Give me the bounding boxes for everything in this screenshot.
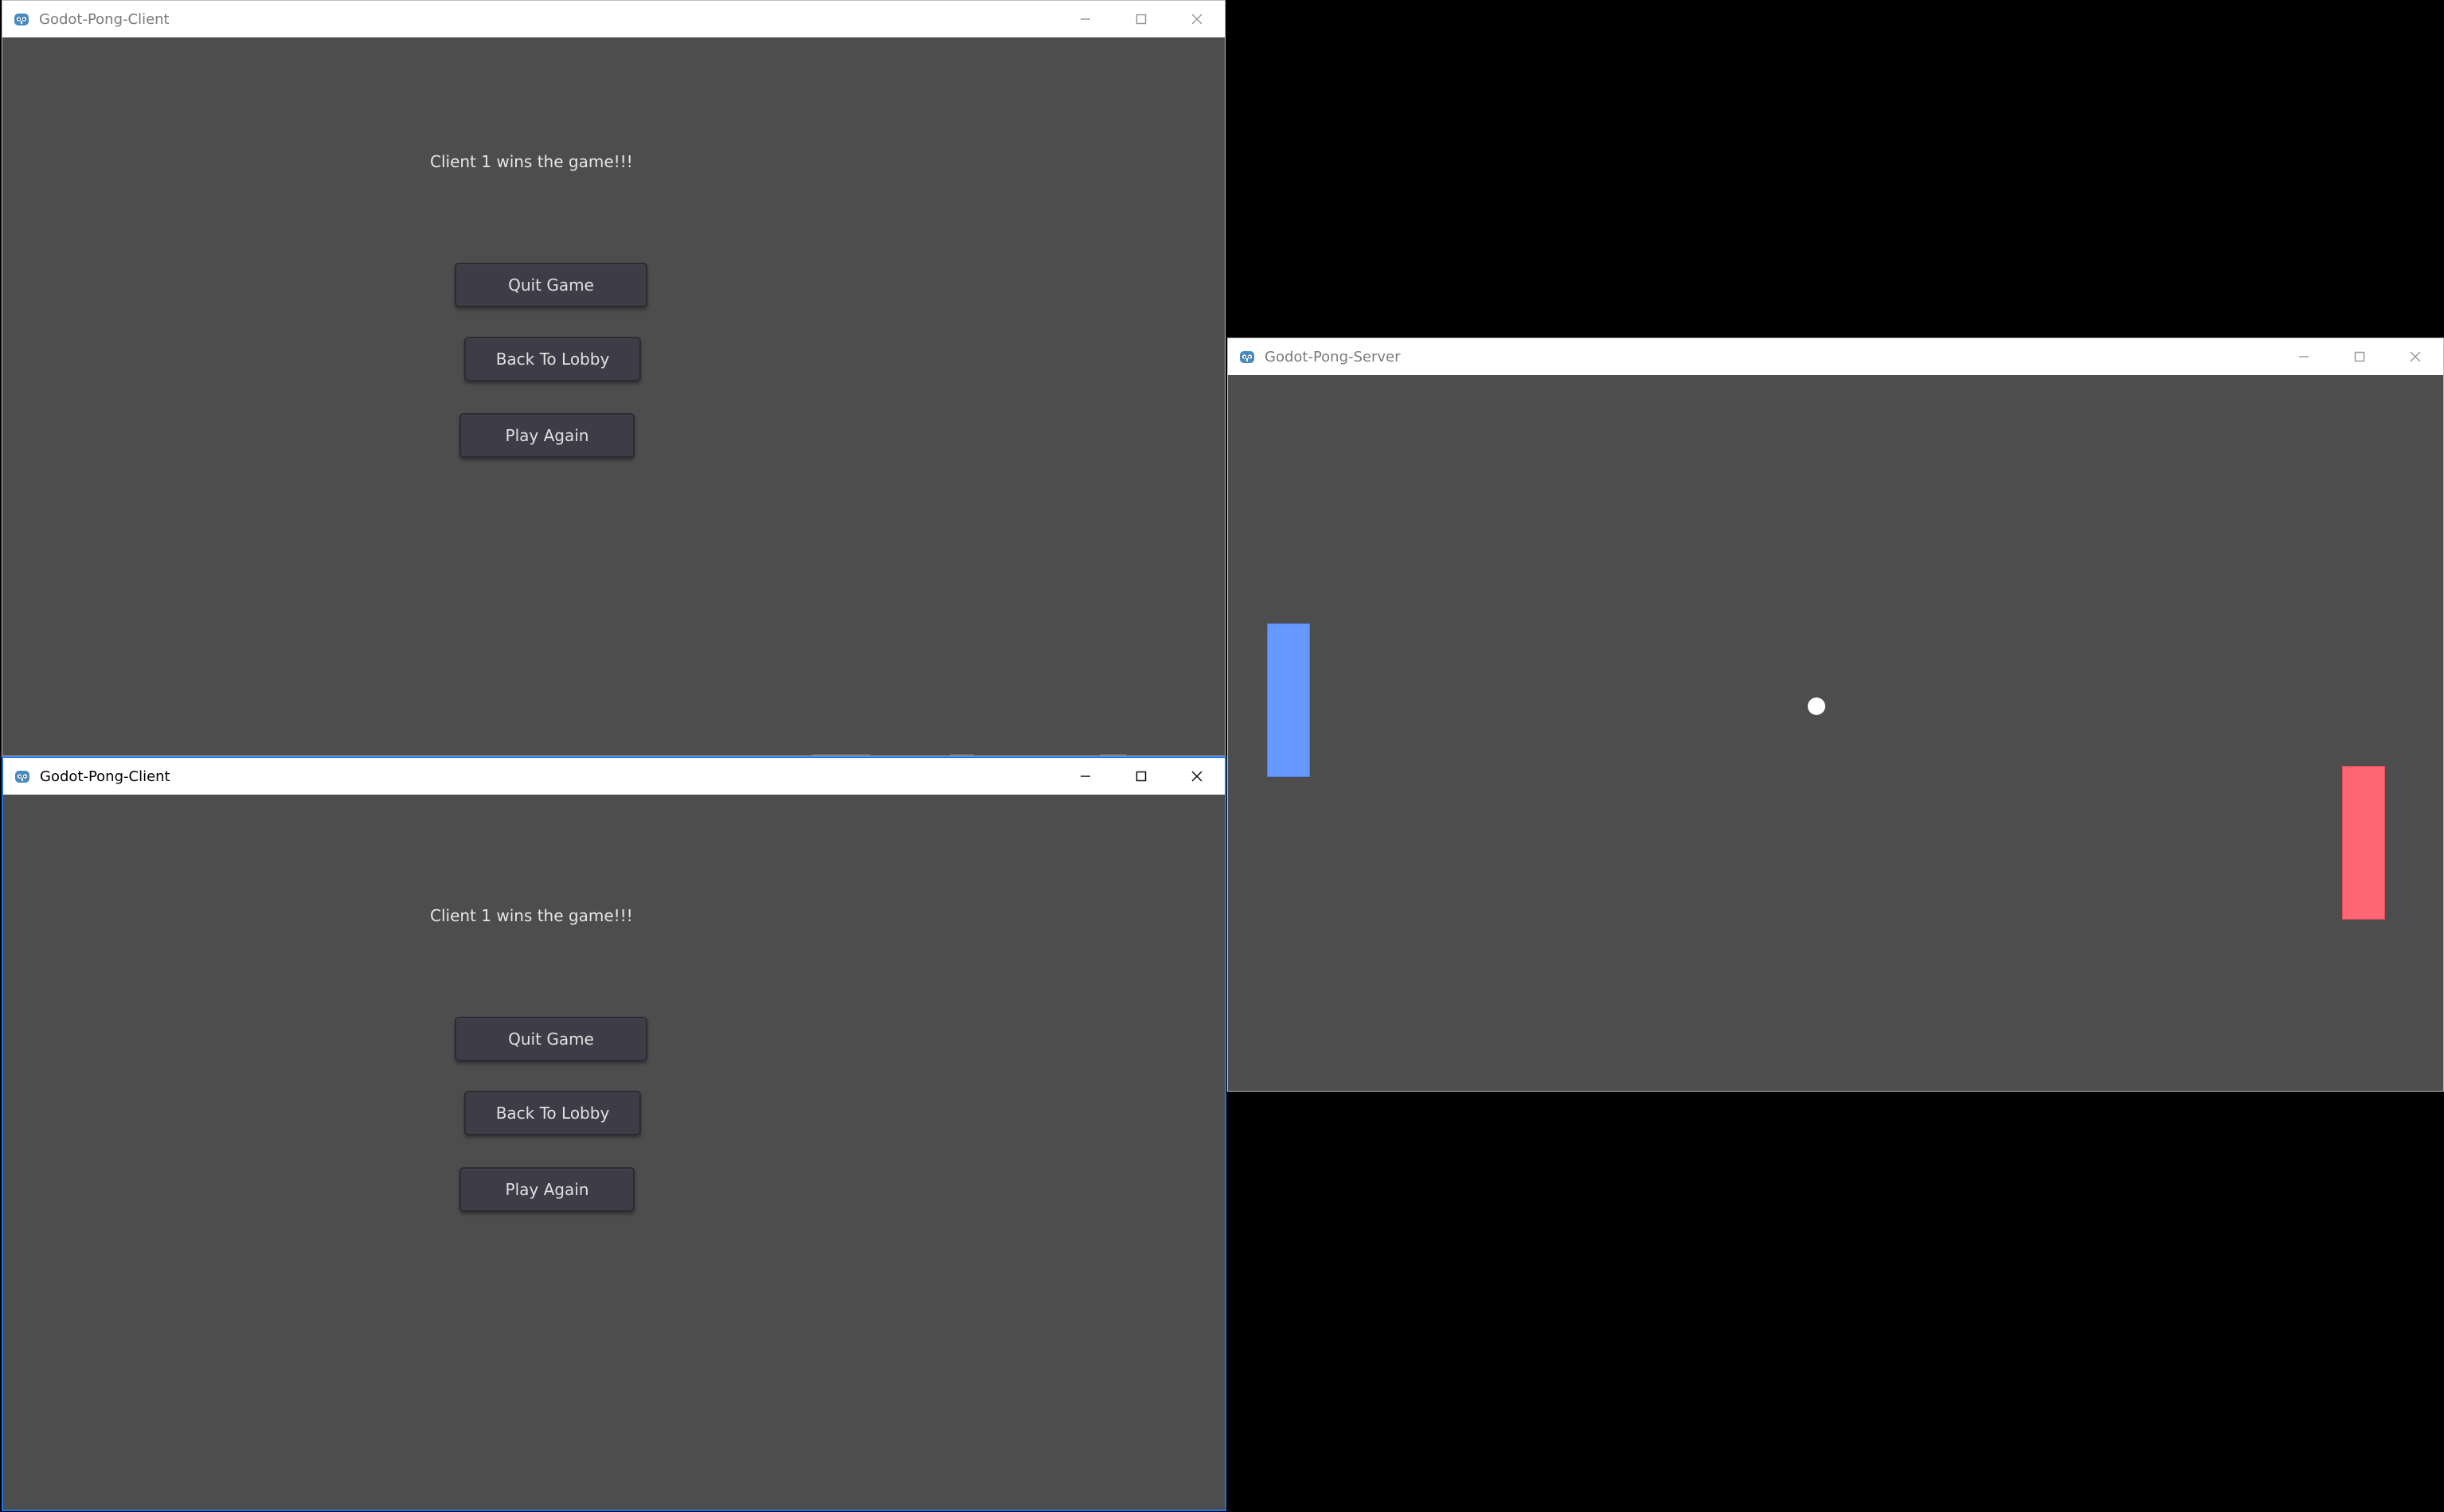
titlebar[interactable]: Godot-Pong-Server: [1228, 338, 2443, 375]
window-title: Godot-Pong-Client: [40, 768, 170, 785]
godot-icon: [12, 10, 31, 29]
maximize-button[interactable]: [1113, 1, 1169, 37]
winner-message: Client 1 wins the game!!!: [430, 906, 633, 925]
maximize-button[interactable]: [1113, 758, 1169, 795]
left-paddle: [1267, 623, 1310, 777]
window-controls: [1058, 758, 1225, 795]
play-again-button[interactable]: Play Again: [459, 1167, 635, 1212]
back-to-lobby-button[interactable]: Back To Lobby: [464, 1091, 641, 1135]
right-paddle: [2342, 766, 2385, 920]
client-window-bottom: Godot-Pong-Client Client 1 wins the game…: [2, 756, 1226, 1511]
maximize-icon: [1136, 14, 1147, 25]
close-button[interactable]: [2387, 338, 2443, 375]
maximize-button[interactable]: [2332, 338, 2387, 375]
godot-icon: [13, 767, 32, 786]
pong-field: [1228, 375, 2443, 1091]
maximize-icon: [2354, 351, 2365, 362]
godot-icon: [1238, 347, 1257, 366]
back-to-lobby-button[interactable]: Back To Lobby: [464, 337, 641, 381]
close-button[interactable]: [1169, 1, 1225, 37]
ball: [1808, 697, 1825, 715]
client-window-top: Godot-Pong-Client Client 1 wins the game…: [2, 0, 1226, 756]
titlebar[interactable]: Godot-Pong-Client: [2, 1, 1225, 37]
close-icon: [2410, 351, 2421, 362]
play-again-button[interactable]: Play Again: [459, 413, 635, 458]
minimize-icon: [1081, 18, 1090, 20]
minimize-icon: [1081, 776, 1090, 777]
close-button[interactable]: [1169, 758, 1225, 795]
titlebar[interactable]: Godot-Pong-Client: [3, 758, 1225, 795]
window-controls: [1058, 1, 1225, 37]
close-icon: [1191, 771, 1202, 782]
client-content: Client 1 wins the game!!! Quit Game Back…: [3, 795, 1225, 1510]
quit-game-button[interactable]: Quit Game: [455, 1017, 647, 1061]
winner-message: Client 1 wins the game!!!: [430, 152, 633, 171]
close-icon: [1191, 14, 1202, 25]
window-title: Godot-Pong-Client: [39, 10, 170, 28]
minimize-button[interactable]: [1058, 1, 1113, 37]
maximize-icon: [1136, 771, 1147, 782]
window-controls: [2276, 338, 2443, 375]
server-window: Godot-Pong-Server: [1227, 338, 2444, 1092]
quit-game-button[interactable]: Quit Game: [455, 263, 647, 307]
minimize-icon: [2299, 356, 2309, 357]
minimize-button[interactable]: [2276, 338, 2332, 375]
minimize-button[interactable]: [1058, 758, 1113, 795]
client-content: Client 1 wins the game!!! Quit Game Back…: [2, 37, 1225, 756]
window-title: Godot-Pong-Server: [1265, 348, 1401, 365]
